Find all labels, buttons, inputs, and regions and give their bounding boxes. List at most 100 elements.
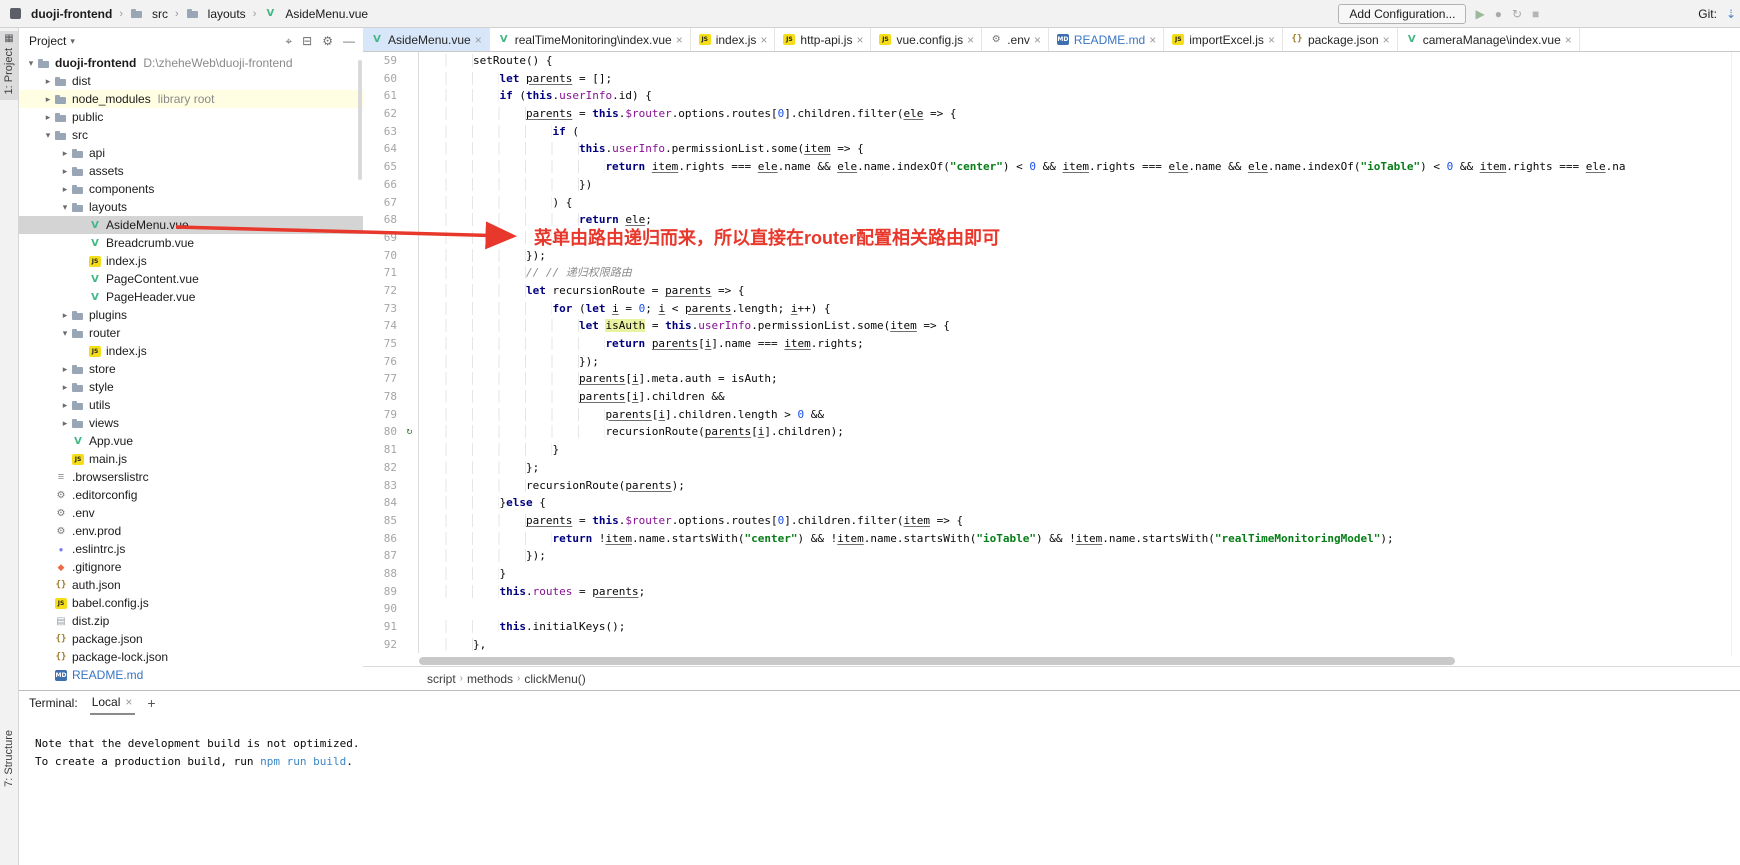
chevron-down-icon[interactable]: ▾: [59, 202, 71, 213]
tree-item-plugins[interactable]: ▸plugins: [19, 306, 363, 324]
tree-item-.browserslistrc[interactable]: .browserslistrc: [19, 468, 363, 486]
breadcrumb-item-src[interactable]: src: [127, 6, 171, 22]
code-line-63[interactable]: 63 if (: [363, 123, 1740, 141]
chevron-right-icon[interactable]: ▸: [59, 184, 71, 195]
tree-item-node_modules[interactable]: ▸node_moduleslibrary root: [19, 90, 363, 108]
code-line-88[interactable]: 88 }: [363, 565, 1740, 583]
tree-item-dist[interactable]: ▸dist: [19, 72, 363, 90]
editor-tab-.env[interactable]: .env×: [982, 28, 1049, 51]
tree-item-store[interactable]: ▸store: [19, 360, 363, 378]
chevron-right-icon[interactable]: ▸: [59, 400, 71, 411]
code-line-74[interactable]: 74 let isAuth = this.userInfo.permission…: [363, 317, 1740, 335]
code-line-81[interactable]: 81 }: [363, 441, 1740, 459]
structure-tool-button[interactable]: 7: Structure: [0, 730, 18, 787]
tree-item-api[interactable]: ▸api: [19, 144, 363, 162]
code-line-77[interactable]: 77 parents[i].meta.auth = isAuth;: [363, 370, 1740, 388]
code-line-83[interactable]: 83 recursionRoute(parents);: [363, 477, 1740, 495]
breadcrumb-item-duoji-frontend[interactable]: duoji-frontend: [6, 6, 115, 22]
chevron-right-icon[interactable]: ▸: [42, 94, 54, 105]
hide-icon[interactable]: —: [343, 34, 355, 48]
collapse-all-icon[interactable]: ⊟: [302, 34, 312, 48]
code-line-64[interactable]: 64 this.userInfo.permissionList.some(ite…: [363, 140, 1740, 158]
code-line-62[interactable]: 62 parents = this.$router.options.routes…: [363, 105, 1740, 123]
code-breadcrumb-clickMenu()[interactable]: clickMenu(): [524, 672, 585, 686]
editor-tab-importExcel.js[interactable]: importExcel.js×: [1164, 28, 1283, 51]
code-line-60[interactable]: 60 let parents = [];: [363, 70, 1740, 88]
tree-item-duoji-frontend[interactable]: ▾duoji-frontendD:\zheheWeb\duoji-fronten…: [19, 54, 363, 72]
chevron-down-icon[interactable]: ▾: [59, 328, 71, 339]
code-line-84[interactable]: 84 }else {: [363, 494, 1740, 512]
editor-tab-package.json[interactable]: package.json×: [1283, 28, 1398, 51]
project-panel-title[interactable]: Project: [29, 34, 66, 48]
tree-item-AsideMenu.vue[interactable]: AsideMenu.vue: [19, 216, 363, 234]
close-icon[interactable]: ×: [855, 33, 864, 47]
editor-tab-vue.config.js[interactable]: vue.config.js×: [871, 28, 982, 51]
project-tool-button[interactable]: ▦ 1: Project: [0, 31, 18, 100]
close-icon[interactable]: ×: [759, 33, 768, 47]
code-line-65[interactable]: 65 return item.rights === ele.name && el…: [363, 158, 1740, 176]
code-line-78[interactable]: 78 parents[i].children &&: [363, 388, 1740, 406]
stop-icon[interactable]: ■: [1532, 8, 1539, 20]
tree-item-App.vue[interactable]: App.vue: [19, 432, 363, 450]
tree-item-dist.zip[interactable]: dist.zip: [19, 612, 363, 630]
editor-tab-AsideMenu.vue[interactable]: AsideMenu.vue×: [363, 28, 490, 51]
tree-item-Breadcrumb.vue[interactable]: Breadcrumb.vue: [19, 234, 363, 252]
code-line-86[interactable]: 86 return !item.name.startsWith("center"…: [363, 530, 1740, 548]
chevron-right-icon[interactable]: ▸: [59, 418, 71, 429]
tree-item-package-lock.json[interactable]: package-lock.json: [19, 648, 363, 666]
code-line-67[interactable]: 67 ) {: [363, 194, 1740, 212]
code-line-70[interactable]: 70 });: [363, 247, 1740, 265]
tree-item-src[interactable]: ▾src: [19, 126, 363, 144]
tree-item-style[interactable]: ▸style: [19, 378, 363, 396]
code-line-59[interactable]: 59 setRoute() {: [363, 52, 1740, 70]
add-terminal-icon[interactable]: +: [147, 695, 155, 711]
scrollbar-thumb[interactable]: [419, 657, 1455, 665]
tree-item-views[interactable]: ▸views: [19, 414, 363, 432]
tree-item-index.js[interactable]: index.js: [19, 342, 363, 360]
chevron-right-icon[interactable]: ▸: [59, 364, 71, 375]
vcs-update-icon[interactable]: ⇣: [1726, 7, 1736, 21]
tree-item-babel.config.js[interactable]: babel.config.js: [19, 594, 363, 612]
tree-item-package.json[interactable]: package.json: [19, 630, 363, 648]
code-line-80[interactable]: 80↻ recursionRoute(parents[i].children);: [363, 423, 1740, 441]
editor-tab-cameraManage\index.vue[interactable]: cameraManage\index.vue×: [1398, 28, 1580, 51]
code-breadcrumb-methods[interactable]: methods: [467, 672, 513, 686]
tree-item-README.md[interactable]: README.md: [19, 666, 363, 684]
tree-item-.gitignore[interactable]: .gitignore: [19, 558, 363, 576]
tree-item-index.js[interactable]: index.js: [19, 252, 363, 270]
tree-item-public[interactable]: ▸public: [19, 108, 363, 126]
code-line-69[interactable]: 69 }: [363, 229, 1740, 247]
chevron-down-icon[interactable]: ▾: [70, 36, 75, 47]
tree-item-.env.prod[interactable]: .env.prod: [19, 522, 363, 540]
close-icon[interactable]: ×: [1564, 33, 1573, 47]
editor-vertical-scrollbar[interactable]: [1731, 52, 1740, 656]
locate-icon[interactable]: ⌖: [285, 34, 292, 49]
tree-item-utils[interactable]: ▸utils: [19, 396, 363, 414]
chevron-right-icon[interactable]: ▸: [59, 166, 71, 177]
tree-item-assets[interactable]: ▸assets: [19, 162, 363, 180]
tree-item-main.js[interactable]: main.js: [19, 450, 363, 468]
code-area[interactable]: 59 setRoute() {60 let parents = [];61 if…: [363, 52, 1740, 656]
tree-item-.env[interactable]: .env: [19, 504, 363, 522]
terminal-output[interactable]: Note that the development build is not o…: [19, 715, 1740, 771]
chevron-down-icon[interactable]: ▾: [42, 130, 54, 141]
code-line-76[interactable]: 76 });: [363, 353, 1740, 371]
close-icon[interactable]: ×: [675, 33, 684, 47]
tree-item-PageContent.vue[interactable]: PageContent.vue: [19, 270, 363, 288]
tree-item-.eslintrc.js[interactable]: .eslintrc.js: [19, 540, 363, 558]
code-line-89[interactable]: 89 this.routes = parents;: [363, 583, 1740, 601]
code-line-71[interactable]: 71 // // 递归权限路由: [363, 264, 1740, 282]
run-icon[interactable]: ▶: [1475, 8, 1484, 20]
chevron-right-icon[interactable]: ▸: [42, 112, 54, 123]
chevron-down-icon[interactable]: ▾: [25, 58, 37, 69]
debug-icon[interactable]: ●: [1495, 8, 1502, 20]
code-line-68[interactable]: 68 return ele;: [363, 211, 1740, 229]
close-icon[interactable]: ×: [1382, 33, 1391, 47]
code-line-92[interactable]: 92 },: [363, 636, 1740, 654]
editor-tab-index.js[interactable]: index.js×: [691, 28, 776, 51]
tree-item-PageHeader.vue[interactable]: PageHeader.vue: [19, 288, 363, 306]
code-line-87[interactable]: 87 });: [363, 547, 1740, 565]
close-icon[interactable]: ×: [474, 33, 483, 47]
editor-tab-README.md[interactable]: README.md×: [1049, 28, 1164, 51]
close-icon[interactable]: ×: [1267, 33, 1276, 47]
